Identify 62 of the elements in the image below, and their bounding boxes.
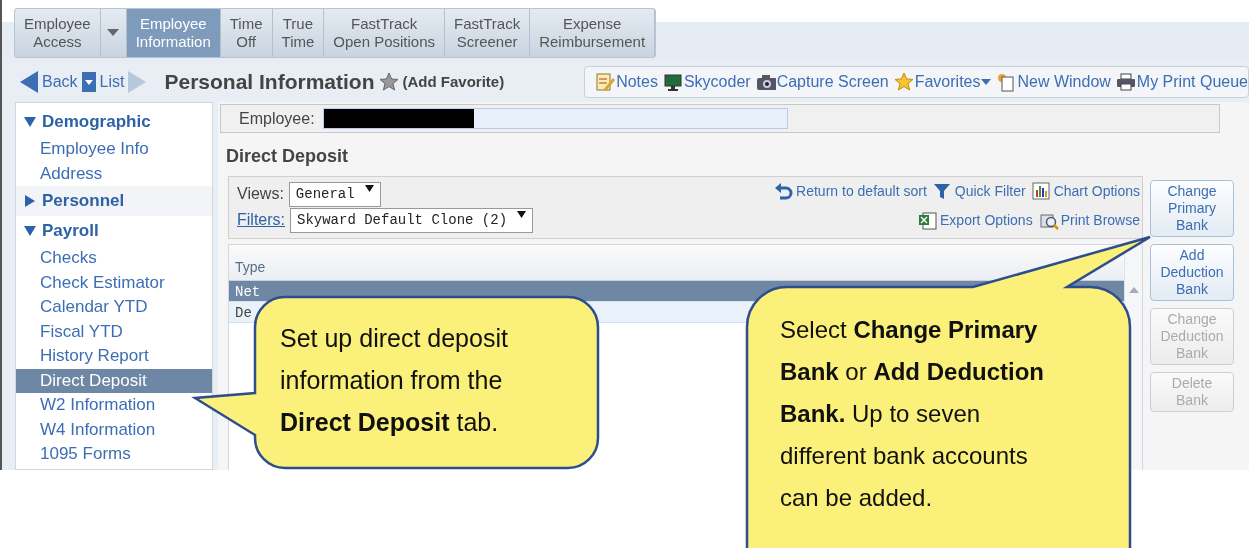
undo-arrow-icon	[774, 181, 795, 202]
caret-icon	[364, 183, 374, 193]
sidebar-item[interactable]: Fiscal YTD	[16, 319, 212, 344]
sidebar-item[interactable]: Address	[16, 161, 212, 186]
bar-chart-icon	[1031, 181, 1052, 202]
caret-icon	[517, 209, 527, 219]
list-link[interactable]: List	[99, 70, 125, 94]
sidebar-item[interactable]: Direct Deposit	[16, 368, 212, 393]
module-tab[interactable]: FastTrack Open Positions	[324, 9, 446, 57]
grid-tool-link[interactable]: Export Options	[918, 210, 1033, 231]
section-title: Direct Deposit	[226, 145, 350, 168]
module-tab[interactable]: Time Off	[220, 9, 273, 57]
views-label: Views:	[237, 184, 284, 204]
back-arrow-icon[interactable]	[20, 71, 38, 93]
sidebar-item[interactable]: Calendar YTD	[16, 295, 212, 320]
spreadsheet-icon	[918, 210, 939, 231]
monitor-icon	[662, 72, 683, 92]
filters-select[interactable]: Skyward Default Clone (2)	[290, 207, 534, 233]
sidebar-item[interactable]: Employee Info	[16, 137, 212, 162]
printer-icon	[1115, 72, 1136, 92]
sidebar-item[interactable]: Check Estimator	[16, 270, 212, 295]
grid-tool-link[interactable]: Quick Filter	[932, 181, 1026, 202]
toolbar-button[interactable]: New Window	[996, 70, 1111, 94]
toolbar-button[interactable]: Capture Screen	[755, 70, 889, 94]
module-tab[interactable]: Employee Information	[126, 9, 221, 57]
page-title: Personal Information	[164, 69, 375, 96]
sidebar-item[interactable]: 1095 Forms	[16, 442, 212, 467]
sidebar-item[interactable]: Checks	[16, 246, 212, 271]
star-icon	[893, 72, 914, 92]
star-icon[interactable]	[378, 72, 399, 92]
caret-icon	[107, 29, 120, 37]
toolbar-button[interactable]: Skycoder	[662, 70, 751, 94]
expanded-triangle-icon	[24, 225, 36, 237]
grid-tool-link[interactable]: Print Browse	[1038, 210, 1140, 231]
action-button[interactable]: Add Deduction Bank	[1150, 244, 1234, 301]
employee-label: Employee:	[239, 108, 315, 129]
sidebar-item[interactable]: W4 Information	[16, 417, 212, 442]
module-tab[interactable]: FastTrack Screener	[445, 9, 531, 57]
filter-icon	[932, 181, 953, 202]
collapsed-triangle-icon	[24, 195, 36, 207]
expanded-triangle-icon	[24, 116, 36, 128]
filters-link[interactable]: Filters:	[237, 208, 285, 232]
sidebar-item[interactable]: History Report	[16, 344, 212, 369]
dropdown-icon[interactable]	[81, 72, 96, 92]
grid-tool-link[interactable]: Return to default sort	[774, 181, 927, 202]
grid-tool-link[interactable]: Chart Options	[1031, 181, 1140, 202]
back-link[interactable]: Back	[42, 70, 78, 94]
sidebar-group-header[interactable]: Personnel	[16, 186, 212, 216]
add-favorite-link[interactable]: (Add Favorite)	[402, 70, 505, 94]
module-tab[interactable]: Employee Access	[15, 9, 101, 57]
module-tab[interactable]: True Time	[272, 9, 325, 57]
views-select[interactable]: General	[288, 181, 381, 207]
sidebar-item[interactable]: W2 Information	[16, 393, 212, 418]
module-tab[interactable]: Expense Reimbursement	[530, 9, 656, 57]
toolbar-button[interactable]: Notes	[595, 70, 658, 94]
column-title: Type	[235, 258, 266, 277]
action-button[interactable]: Change Primary Bank	[1150, 180, 1234, 237]
new-window-icon	[996, 72, 1017, 92]
notepad-icon	[595, 72, 616, 92]
toolbar-button[interactable]: Favorites	[893, 70, 992, 94]
toolbar-button[interactable]: My Print Queue	[1115, 70, 1248, 94]
camera-icon	[755, 72, 776, 92]
